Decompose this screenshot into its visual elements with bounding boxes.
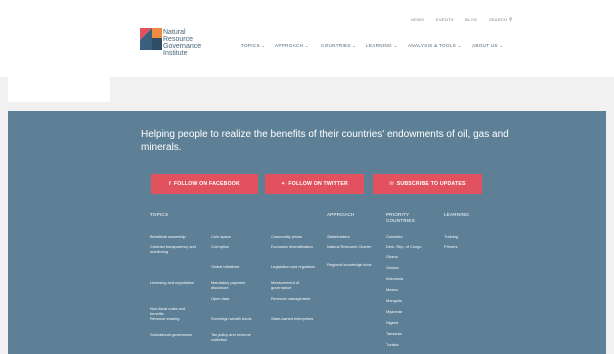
footer-link[interactable]: Global initiatives [211,264,257,269]
follow-facebook-label: FOLLOW ON FACEBOOK [173,181,240,187]
footer-link[interactable]: Regional knowledge hubs [327,262,377,267]
util-nav-search[interactable]: SEARCH ⚲ [489,17,513,23]
nav-approach[interactable]: APPROACH ⌄ [275,43,309,49]
nav-analysis-tools[interactable]: ANALYSIS & TOOLS ⌄ [408,43,462,49]
footer-link[interactable]: Natural Resource Charter [327,244,377,249]
nrgi-logo-icon[interactable] [140,28,162,50]
follow-twitter-button[interactable]: ✦ FOLLOW ON TWITTER [265,174,364,194]
nav-about-us-label: ABOUT US [472,43,498,48]
footer-link[interactable]: Guinea [386,265,432,270]
facebook-icon: f [168,180,171,187]
footer-header-approach: APPROACH [327,212,355,217]
footer-link[interactable]: Licensing and negotiation [150,280,196,285]
follow-facebook-button[interactable]: f FOLLOW ON FACEBOOK [151,174,258,194]
footer-link[interactable]: Primers [444,244,490,249]
mail-icon: ✉ [389,180,394,187]
footer-link[interactable]: Subnational governance [150,332,196,337]
chevron-down-icon: ⌄ [457,43,462,48]
util-nav-events[interactable]: EVENTS [436,17,454,22]
footer-link[interactable]: Legislation and regulation [271,264,317,269]
util-nav-search-label: SEARCH [489,17,508,22]
nav-approach-label: APPROACH [275,43,304,48]
footer-link[interactable]: Mandatory payment disclosure [211,280,257,290]
footer-link[interactable]: Open data [211,296,257,301]
footer-header-priority: PRIORITY COUNTRIES [386,212,415,223]
footer-link[interactable]: Beneficial ownership [150,234,196,239]
footer-link[interactable]: Civic space [211,234,257,239]
footer-link[interactable]: Corruption [211,244,257,249]
footer-link[interactable]: Training [444,234,490,239]
footer-tagline: Helping people to realize the benefits o… [141,129,509,153]
nav-countries[interactable]: COUNTRIES ⌄ [321,43,357,49]
chevron-down-icon: ⌄ [499,43,504,48]
nav-topics-label: TOPICS [241,43,260,48]
footer-link[interactable]: Myanmar [386,309,432,314]
nav-analysis-tools-label: ANALYSIS & TOOLS [408,43,456,48]
footer-link[interactable]: Tax policy and revenue collection [211,332,257,342]
footer-link[interactable]: Non-fiscal costs and benefits [150,306,196,316]
footer-link[interactable]: Tanzania [386,331,432,336]
search-icon: ⚲ [508,17,513,23]
logo-line: Natural [163,29,186,36]
footer-link[interactable]: Indonesia [386,276,432,281]
follow-twitter-label: FOLLOW ON TWITTER [288,181,348,187]
footer-link[interactable]: Commodity prices [271,234,317,239]
footer-link[interactable]: Measurement of governance [271,280,317,290]
nav-about-us[interactable]: ABOUT US ⌄ [472,43,504,49]
footer-link[interactable]: Nigeria [386,320,432,325]
logo-wordmark[interactable]: Natural Resource Governance Institute [163,29,243,57]
chevron-down-icon: ⌄ [261,43,266,48]
footer-header-topics: TOPICS [150,212,169,217]
twitter-icon: ✦ [281,180,286,187]
footer-link[interactable]: Revenue sharing [150,316,196,321]
footer-link[interactable]: Economic diversification [271,244,317,249]
page-white-panel [8,77,110,102]
footer-link[interactable]: Sovereign wealth funds [211,316,257,321]
footer-link[interactable]: Colombia [386,234,432,239]
site-header [0,0,614,77]
nav-countries-label: COUNTRIES [321,43,351,48]
logo-line: Institute [163,50,188,57]
chevron-down-icon: ⌄ [393,43,398,48]
util-nav-news[interactable]: NEWS [411,17,424,22]
footer-link[interactable]: Dem. Rep. of Congo [386,244,440,249]
footer-link[interactable]: State-owned enterprises [271,316,317,321]
footer-link[interactable]: Contract transparency and monitoring [150,244,196,254]
subscribe-label: SUBSCRIBE TO UPDATES [396,181,466,187]
footer-link[interactable]: Stakeholders [327,234,373,239]
util-nav-blog[interactable]: BLOG [465,17,477,22]
subscribe-button[interactable]: ✉ SUBSCRIBE TO UPDATES [373,174,482,194]
chevron-down-icon: ⌄ [304,43,309,48]
chevron-down-icon: ⌄ [352,43,357,48]
logo-line: Governance [163,43,202,50]
footer-link[interactable]: Ghana [386,254,432,259]
footer-link[interactable]: Mexico [386,287,432,292]
nav-topics[interactable]: TOPICS ⌄ [241,43,266,49]
nav-learning-label: LEARNING [366,43,392,48]
nav-learning[interactable]: LEARNING ⌄ [366,43,398,49]
footer-link[interactable]: Revenue management [271,296,317,301]
footer-link[interactable]: Mongolia [386,298,432,303]
footer-header-learning: LEARNING [444,212,470,217]
footer-link[interactable]: Tunisia [386,342,432,347]
logo-line: Resource [163,36,193,43]
